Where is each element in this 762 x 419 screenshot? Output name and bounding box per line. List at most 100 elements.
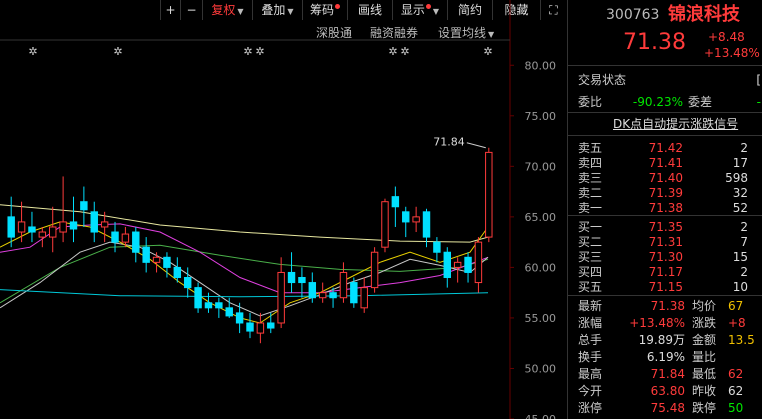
bid-level-label: 买一 bbox=[578, 220, 603, 234]
trading-status-value: [ bbox=[756, 73, 761, 87]
stat-label: 昨收 bbox=[692, 384, 717, 398]
bid-row: 买二 71.31 7 bbox=[568, 234, 762, 250]
candle-body bbox=[308, 282, 317, 299]
candle-body bbox=[90, 211, 98, 233]
ask-price: 71.42 bbox=[648, 141, 683, 155]
event-marker-icon: ✲ bbox=[28, 45, 37, 58]
candle-body bbox=[215, 302, 223, 309]
ask-level-label: 卖五 bbox=[578, 141, 603, 155]
bid-volume: 7 bbox=[740, 235, 748, 249]
ask-row: 卖一 71.38 52 bbox=[568, 200, 762, 216]
weicha-label: 委差 bbox=[688, 95, 713, 109]
divider bbox=[568, 65, 762, 66]
candle-body bbox=[391, 196, 400, 208]
bid-level-label: 买五 bbox=[578, 280, 603, 294]
moving-average-line bbox=[0, 289, 489, 298]
stat-value: 13.5 bbox=[728, 333, 755, 347]
y-tick-label: 65.00 bbox=[525, 211, 557, 224]
event-marker-icon: ✲ bbox=[255, 45, 264, 58]
stat-row: 涨幅 +13.48% 涨跌 +8 bbox=[568, 315, 762, 331]
ask-level-label: 卖一 bbox=[578, 201, 603, 215]
ask-price: 71.40 bbox=[648, 171, 683, 185]
bid-row: 买五 71.15 10 bbox=[568, 279, 762, 295]
price-change: +8.48 bbox=[708, 30, 745, 44]
y-tick-label: 80.00 bbox=[525, 59, 557, 72]
candle-body bbox=[402, 211, 410, 223]
candle-body bbox=[287, 271, 296, 284]
ask-row: 卖三 71.40 598 bbox=[568, 170, 762, 186]
ask-level-label: 卖二 bbox=[578, 186, 603, 200]
candlestick-chart[interactable]: 80.00 75.00 70.00 65.00 60.00 55.00 50.00 45.00… bbox=[0, 0, 566, 419]
candle-body bbox=[235, 312, 244, 324]
bid-price: 71.17 bbox=[648, 265, 683, 279]
candle-body bbox=[111, 231, 119, 243]
candle-body bbox=[339, 271, 348, 299]
candle-body bbox=[17, 221, 26, 233]
stat-label: 涨跌 bbox=[692, 316, 717, 330]
divider bbox=[568, 215, 762, 216]
bid-level-label: 买三 bbox=[578, 250, 603, 264]
stat-row: 今开 63.80 昨收 62 bbox=[568, 383, 762, 399]
candle-body bbox=[132, 231, 140, 253]
event-marker-icon: ✲ bbox=[483, 45, 492, 58]
stat-value: +8 bbox=[728, 316, 746, 330]
candle-body bbox=[173, 266, 182, 279]
candle-body bbox=[433, 241, 441, 253]
candle-body bbox=[59, 221, 67, 233]
candle-body bbox=[100, 221, 109, 228]
stat-label: 跌停 bbox=[692, 401, 717, 415]
trading-status-row: 交易状态 [ bbox=[568, 72, 762, 88]
candle-body bbox=[163, 256, 171, 268]
bid-row: 买四 71.17 2 bbox=[568, 264, 762, 280]
stat-label: 最新 bbox=[578, 299, 603, 313]
stat-value: 6.19% bbox=[646, 350, 685, 364]
candle-body bbox=[80, 201, 88, 211]
candle-body bbox=[204, 302, 213, 309]
weibi-row: 委比 -90.23% 委差 - bbox=[568, 94, 762, 110]
stat-label: 今开 bbox=[578, 384, 603, 398]
stat-label: 最高 bbox=[578, 367, 603, 381]
dk-signal-row[interactable]: DK点自动提示涨跌信号 bbox=[568, 116, 762, 132]
stat-value: 67 bbox=[728, 299, 744, 313]
y-tick-label: 60.00 bbox=[525, 261, 557, 274]
bid-volume: 2 bbox=[740, 220, 748, 234]
candle-body bbox=[121, 233, 130, 243]
y-tick-label: 45.00 bbox=[525, 413, 557, 419]
kline-chart-panel: + − 复权 ▼ 叠加 ▼ 筹码 画线 显示 ▼ 简约 隐藏 ⛶ 深股通 融资融券 设… bbox=[0, 0, 566, 419]
trading-status-label: 交易状态 bbox=[578, 73, 627, 87]
candle-body bbox=[256, 322, 265, 334]
price-change-pct: +13.48% bbox=[704, 46, 760, 60]
last-price-pointer bbox=[466, 142, 486, 149]
weibi-label: 委比 bbox=[578, 95, 603, 109]
candle-body bbox=[318, 292, 327, 299]
candle-body bbox=[370, 251, 379, 289]
bid-row: 买三 71.30 15 bbox=[568, 249, 762, 265]
ask-volume: 2 bbox=[740, 141, 748, 155]
event-marker-icon: ✲ bbox=[243, 45, 252, 58]
stat-label: 均价 bbox=[692, 299, 717, 313]
divider bbox=[568, 112, 762, 113]
stock-name: 锦浪科技 bbox=[668, 4, 740, 25]
candle-body bbox=[350, 282, 358, 304]
divider bbox=[568, 135, 762, 136]
candle-body bbox=[69, 221, 78, 230]
stat-row: 换手 6.19% 量比 bbox=[568, 349, 762, 365]
dk-signal-link[interactable]: DK点自动提示涨跌信号 bbox=[613, 116, 738, 132]
y-tick-label: 55.00 bbox=[525, 312, 557, 325]
candle-body bbox=[183, 277, 192, 289]
stat-value: +13.48% bbox=[629, 316, 685, 330]
ask-row: 卖五 71.42 2 bbox=[568, 140, 762, 156]
bid-price: 71.31 bbox=[648, 235, 683, 249]
stat-label: 涨停 bbox=[578, 401, 603, 415]
stock-code: 300763 bbox=[606, 7, 660, 23]
bid-price: 71.35 bbox=[648, 220, 683, 234]
ask-row: 卖二 71.39 32 bbox=[568, 185, 762, 201]
candle-body bbox=[298, 277, 306, 284]
y-tick-label: 75.00 bbox=[525, 110, 557, 123]
stat-value: 75.48 bbox=[650, 401, 685, 415]
bid-volume: 10 bbox=[732, 280, 748, 294]
candle-body bbox=[38, 231, 47, 238]
stat-value: 71.84 bbox=[650, 367, 685, 381]
candle-body bbox=[246, 322, 254, 332]
candle-body bbox=[464, 256, 472, 273]
